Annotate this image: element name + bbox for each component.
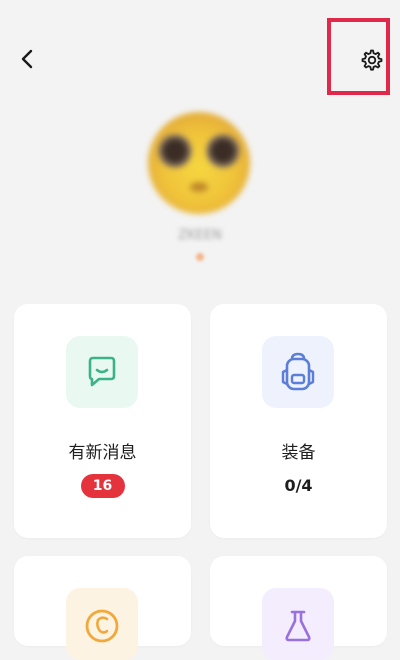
equipment-card-title: 装备: [281, 443, 316, 463]
equipment-count: 0/4: [284, 476, 313, 495]
top-bar: [0, 0, 400, 110]
backpack-icon: [281, 352, 315, 391]
back-button[interactable]: [12, 44, 42, 74]
message-icon-tile: [66, 336, 138, 408]
coin-card[interactable]: [14, 556, 191, 660]
avatar-eye-right: [206, 134, 240, 168]
messages-badge-wrap: 16: [14, 474, 191, 498]
chevron-left-icon: [21, 49, 33, 69]
coin-icon-tile: [66, 588, 138, 660]
username: ZKEEN: [178, 228, 222, 243]
avatar-eye-left: [158, 134, 192, 168]
username-indicator: [196, 253, 204, 261]
equipment-card[interactable]: 装备 0/4: [210, 304, 387, 538]
flask-icon-tile: [262, 588, 334, 660]
avatar[interactable]: [148, 112, 250, 214]
settings-highlight-box: [327, 18, 390, 95]
message-icon: [88, 356, 116, 387]
backpack-icon-tile: [262, 336, 334, 408]
messages-card[interactable]: 有新消息 16: [14, 304, 191, 538]
unread-count-badge: 16: [80, 474, 125, 498]
flask-icon: [285, 610, 311, 642]
flask-card[interactable]: [210, 556, 387, 660]
coin-icon: [85, 609, 119, 643]
messages-card-title: 有新消息: [68, 443, 137, 463]
avatar-mouth: [190, 182, 208, 192]
